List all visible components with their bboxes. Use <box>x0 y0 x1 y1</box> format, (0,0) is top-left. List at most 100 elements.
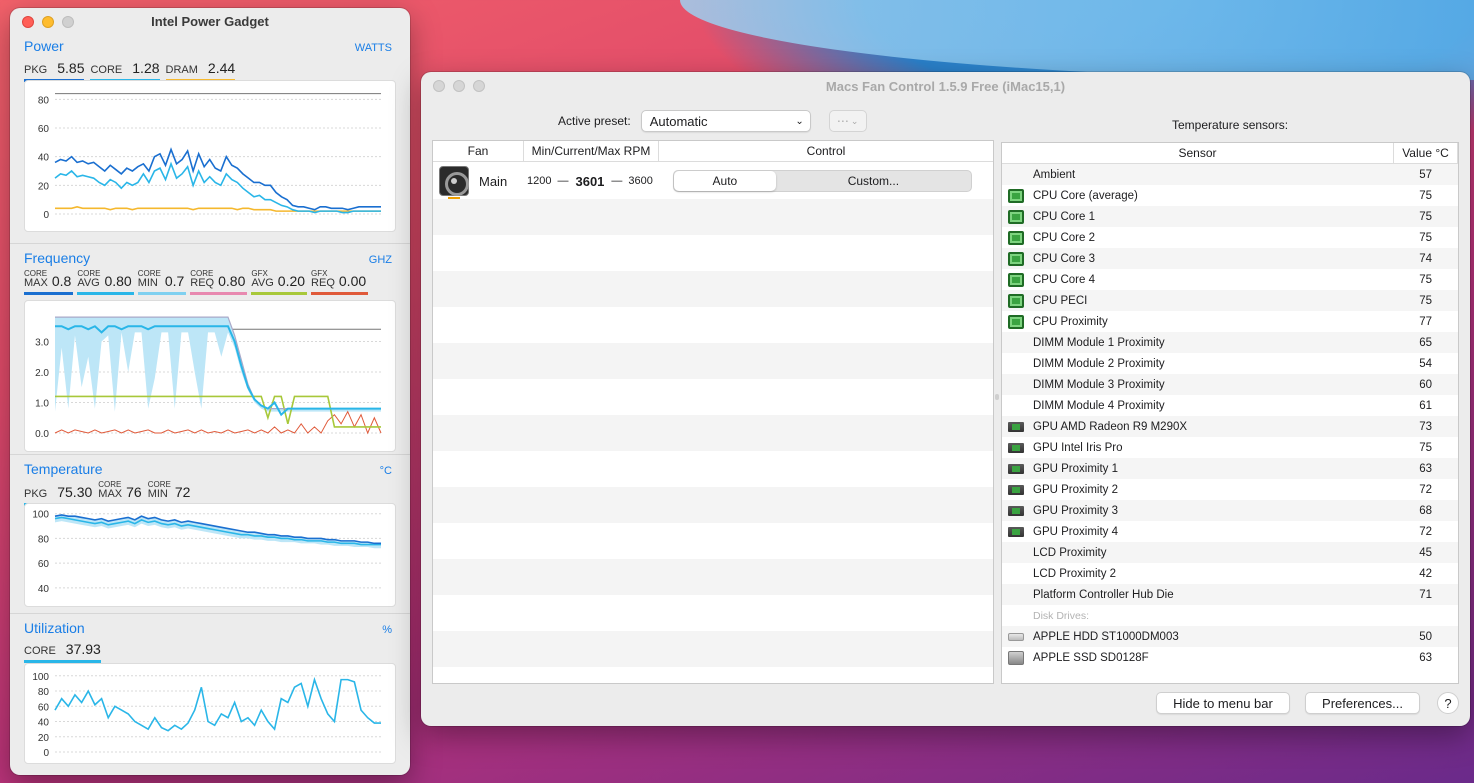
tick-label: 80 <box>38 534 50 545</box>
tick-label: 0 <box>43 210 49 221</box>
sensor-row[interactable]: CPU Core (average) 75 <box>1002 185 1458 206</box>
sensor-icon-blank <box>1008 357 1024 371</box>
sensor-name: CPU Core (average) <box>1033 189 1138 202</box>
sensor-value: 74 <box>1419 252 1432 265</box>
sensor-group-header: Disk Drives: <box>1002 605 1458 626</box>
preset-select[interactable]: Automatic ⌄ <box>640 110 811 132</box>
gpu-card-icon <box>1008 421 1024 432</box>
sensor-row[interactable]: CPU Core 2 75 <box>1002 227 1458 248</box>
sensor-name: GPU Proximity 4 <box>1033 525 1118 538</box>
frequency-unit: GHZ <box>368 254 392 266</box>
sensor-name: DIMM Module 3 Proximity <box>1033 378 1165 391</box>
metric-label: CORE MIN <box>148 481 171 500</box>
ellipsis-icon: ⋯ <box>836 114 849 128</box>
fan-rpm-max: 3600 <box>628 175 653 187</box>
fan-column-header[interactable]: Fan <box>433 141 524 161</box>
temperature-section: Temperature °C PKG 75.30 CORE MAX 76 CORE MIN 7… <box>10 454 410 614</box>
fan-table: Fan Min/Current/Max RPM Control Main 120… <box>432 140 994 684</box>
frequency-section: Frequency GHZ CORE MAX 0.8 CORE AVG 0.80 CORE M… <box>10 243 410 455</box>
tick-label: 0 <box>43 748 49 759</box>
hard-drive-icon <box>1008 632 1024 641</box>
sensor-column-header[interactable]: Sensor <box>1002 143 1394 163</box>
sensor-value: 72 <box>1419 483 1432 496</box>
fan-rpm-current: 3601 <box>575 173 605 189</box>
metric-label-bottom: MIN <box>147 488 168 500</box>
cpu-chip-icon <box>1008 251 1024 266</box>
sensor-name: Disk Drives: <box>1033 609 1090 622</box>
sensor-name: DIMM Module 1 Proximity <box>1033 336 1165 349</box>
preset-more-button[interactable]: ⋯ ⌄ <box>828 110 867 132</box>
rpm-column-header[interactable]: Min/Current/Max RPM <box>524 141 659 161</box>
control-column-header[interactable]: Control <box>659 141 993 161</box>
auto-button[interactable]: Auto <box>673 171 776 191</box>
sensor-name: CPU PECI <box>1033 294 1088 307</box>
ipg-titlebar: Intel Power Gadget <box>10 8 410 36</box>
rpm-separator: — <box>611 175 623 187</box>
sensor-value: 65 <box>1419 336 1432 349</box>
sensor-row[interactable]: DIMM Module 4 Proximity 61 <box>1002 395 1458 416</box>
custom-button[interactable]: Custom... <box>776 171 971 191</box>
sensor-row[interactable]: Platform Controller Hub Die 71 <box>1002 584 1458 605</box>
metric-label: CORE AVG <box>77 270 100 289</box>
utilization-section: Utilization % CORE 37.93 100 80 60 40 20 0 <box>10 613 410 775</box>
sensor-row[interactable]: CPU Core 4 75 <box>1002 269 1458 290</box>
preferences-button[interactable]: Preferences... <box>1305 692 1420 714</box>
tick-label: 100 <box>32 510 49 521</box>
sensor-row[interactable]: GPU Proximity 4 72 <box>1002 521 1458 542</box>
sensor-row[interactable]: Ambient 57 <box>1002 164 1458 185</box>
sensor-table: Sensor Value °C Ambient 57 CPU Core (avera… <box>1001 142 1459 684</box>
sensor-name: GPU Proximity 1 <box>1033 462 1118 475</box>
fan-icon <box>439 166 469 199</box>
sensor-row[interactable]: GPU AMD Radeon R9 M290X 73 <box>1002 416 1458 437</box>
gpu-card-icon <box>1008 463 1024 474</box>
tick-label: 80 <box>38 687 50 698</box>
sensor-value: 75 <box>1419 441 1432 454</box>
power-section: Power WATTS PKG 5.85 CORE 1.28 DRAM 2.44 80 60… <box>10 36 410 248</box>
sensor-name: CPU Proximity <box>1033 315 1108 328</box>
metric-core-avg: CORE AVG 0.80 <box>77 270 134 295</box>
sensor-row[interactable]: DIMM Module 2 Proximity 54 <box>1002 353 1458 374</box>
sensor-row[interactable]: DIMM Module 1 Proximity 65 <box>1002 332 1458 353</box>
metric-value: 75.30 <box>57 484 93 500</box>
sensor-row[interactable]: CPU PECI 75 <box>1002 290 1458 311</box>
metric-value: 0.00 <box>338 273 367 289</box>
sensor-row[interactable]: CPU Core 1 75 <box>1002 206 1458 227</box>
sensor-row[interactable]: GPU Proximity 3 68 <box>1002 500 1458 521</box>
sensor-row[interactable]: CPU Core 3 74 <box>1002 248 1458 269</box>
power-chart: 80 60 40 20 0 <box>24 80 396 232</box>
metric-dram: DRAM 2.44 <box>165 60 236 82</box>
sensor-row[interactable]: LCD Proximity 45 <box>1002 542 1458 563</box>
fan-rpm-min: 1200 <box>527 175 552 187</box>
cpu-chip-icon <box>1008 293 1024 308</box>
sensor-row[interactable]: APPLE HDD ST1000DM003 50 <box>1002 626 1458 647</box>
metric-label: CORE <box>90 64 123 76</box>
sensor-row[interactable]: GPU Proximity 1 63 <box>1002 458 1458 479</box>
sensor-icon-blank <box>1008 168 1024 182</box>
tick-label: 60 <box>38 559 50 570</box>
sensor-icon-blank <box>1008 609 1024 623</box>
sensor-value: 61 <box>1419 399 1432 412</box>
fan-table-header: Fan Min/Current/Max RPM Control <box>433 141 993 162</box>
preset-label: Active preset: <box>558 114 631 128</box>
sensor-name: DIMM Module 4 Proximity <box>1033 399 1165 412</box>
value-column-header[interactable]: Value °C <box>1394 143 1458 163</box>
sensor-row[interactable]: GPU Intel Iris Pro 75 <box>1002 437 1458 458</box>
metric-core: CORE 37.93 <box>24 641 101 663</box>
sensor-row[interactable]: GPU Proximity 2 72 <box>1002 479 1458 500</box>
help-button[interactable]: ? <box>1437 692 1459 714</box>
sensor-row[interactable]: CPU Proximity 77 <box>1002 311 1458 332</box>
sensor-icon-blank <box>1008 378 1024 392</box>
sensor-row[interactable]: DIMM Module 3 Proximity 60 <box>1002 374 1458 395</box>
sensor-row[interactable]: LCD Proximity 2 42 <box>1002 563 1458 584</box>
mfc-title: Macs Fan Control 1.5.9 Free (iMac15,1) <box>825 79 1066 94</box>
metric-core: CORE 1.28 <box>90 60 160 82</box>
tick-label: 60 <box>38 702 50 713</box>
metric-label-bottom: MAX <box>98 488 123 500</box>
power-title: Power <box>24 38 64 54</box>
split-view-handle[interactable] <box>995 394 999 400</box>
gpu-card-icon <box>1008 484 1024 495</box>
fan-row-main[interactable]: Main 1200 — 3601 — 3600 Auto Custom... <box>433 163 993 199</box>
hide-to-menu-bar-button[interactable]: Hide to menu bar <box>1156 692 1290 714</box>
sensor-row[interactable]: APPLE SSD SD0128F 63 <box>1002 647 1458 668</box>
tick-label: 100 <box>32 672 49 683</box>
